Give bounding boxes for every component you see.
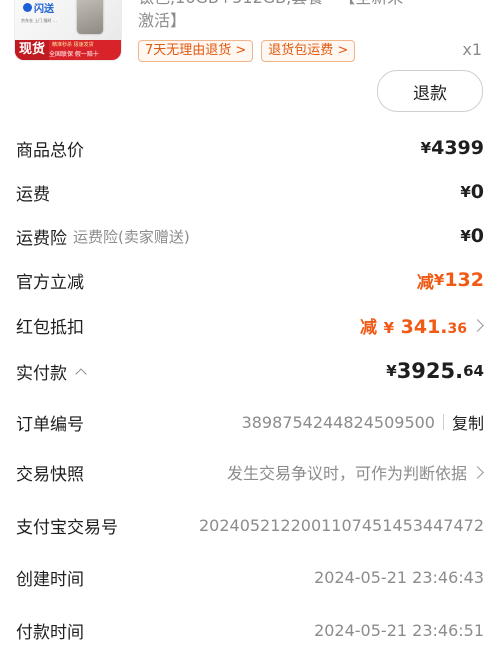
red-packet-prefix: 减 <box>359 317 377 338</box>
product-title-line1: 钛色,16GB+512GB,套餐一【全新未 <box>138 0 438 9</box>
banner-text-top: 精准秒杀 极速发货 <box>52 42 94 48</box>
payment-time-label: 付款时间 <box>16 622 84 643</box>
total-label: 商品总价 <box>16 140 84 161</box>
red-packet-cents: 36 <box>447 320 467 337</box>
chevron-right-icon <box>471 318 484 332</box>
paid-currency: ¥ <box>386 362 397 380</box>
created-time-label: 创建时间 <box>16 569 84 590</box>
row-paid[interactable]: 实付款 ¥ 3925. 64 <box>16 356 484 386</box>
row-red-packet[interactable]: 红包抵扣 减 ¥ 341.36 <box>16 311 484 339</box>
service-tags: 7天无理由退货 > 退货包运费 > <box>138 40 356 62</box>
refund-button[interactable]: 退款 <box>377 70 483 112</box>
tag-7day-return[interactable]: 7天无理由退货 > <box>138 40 254 62</box>
product-thumbnail[interactable]: 闪送 京东仓 上门 限时 … 现货 精准秒杀 极速发货 全国联保 假一赔十 <box>14 0 122 61</box>
in-stock-banner: 现货 精准秒杀 极速发货 全国联保 假一赔十 <box>15 40 121 60</box>
divider <box>442 414 444 430</box>
chevron-up-icon[interactable] <box>75 367 87 380</box>
official-discount-prefix: 减 <box>416 272 434 293</box>
in-stock-label: 现货 <box>15 40 50 60</box>
product-title[interactable]: 钛色,16GB+512GB,套餐一【全新未 激活】 <box>138 0 438 32</box>
product-card[interactable]: 闪送 京东仓 上门 限时 … 现货 精准秒杀 极速发货 全国联保 假一赔十 钛色… <box>0 0 500 120</box>
official-discount-label: 官方立减 <box>16 272 84 293</box>
shipping-label: 运费 <box>16 184 50 205</box>
copy-button[interactable]: 复制 <box>452 410 484 434</box>
row-official-discount: 官方立减 减 ¥ 132 <box>16 266 484 294</box>
row-snapshot[interactable]: 交易快照 发生交易争议时，可作为判断依据 <box>16 458 484 486</box>
thumbnail-fine-print: 京东仓 上门 限时 … <box>21 18 57 23</box>
order-number-label: 订单编号 <box>16 414 84 435</box>
shipping-amount: 0 <box>470 181 484 203</box>
insurance-note: 运费险(卖家赠送) <box>73 227 190 246</box>
created-time-value: 2024-05-21 23:46:43 <box>314 567 484 587</box>
tag-return-shipping[interactable]: 退货包运费 > <box>261 40 356 62</box>
row-insurance: 运费险 运费险(卖家赠送) ¥ 0 <box>16 222 484 250</box>
row-total: 商品总价 ¥ 4399 <box>16 134 484 162</box>
row-alipay-number: 支付宝交易号 2024052122001107451453447472 <box>16 511 484 539</box>
chevron-right-icon <box>471 465 484 479</box>
red-packet-amount: 341. <box>400 315 448 338</box>
insurance-label: 运费险 <box>16 228 67 249</box>
alipay-number-value: 2024052122001107451453447472 <box>198 515 484 535</box>
row-created-time: 创建时间 2024-05-21 23:46:43 <box>16 563 484 591</box>
insurance-currency: ¥ <box>460 227 471 245</box>
row-order-number: 订单编号 3898754244824509500 复制 <box>16 408 484 436</box>
total-amount: 4399 <box>431 137 484 159</box>
row-payment-time: 付款时间 2024-05-21 23:46:51 <box>16 616 484 644</box>
insurance-amount: 0 <box>470 225 484 247</box>
red-packet-label: 红包抵扣 <box>16 317 84 338</box>
quantity: x1 <box>462 40 482 59</box>
flash-delivery-text: 闪送 <box>34 3 54 15</box>
alipay-number-label: 支付宝交易号 <box>16 517 118 538</box>
banner-text-bottom: 全国联保 假一赔十 <box>49 51 99 58</box>
shipping-currency: ¥ <box>460 183 471 201</box>
snapshot-label: 交易快照 <box>16 464 84 485</box>
product-title-line2: 激活】 <box>138 11 187 30</box>
order-number-value: 3898754244824509500 <box>241 412 435 432</box>
paid-label: 实付款 <box>16 363 67 384</box>
flash-icon <box>23 2 32 12</box>
official-discount-currency: ¥ <box>433 271 445 289</box>
flash-delivery-badge: 闪送 <box>19 0 58 15</box>
red-packet-currency: ¥ <box>383 318 394 337</box>
paid-cents: 64 <box>463 362 484 380</box>
payment-time-value: 2024-05-21 23:46:51 <box>314 620 484 640</box>
row-shipping: 运费 ¥ 0 <box>16 178 484 206</box>
total-currency: ¥ <box>420 139 432 157</box>
paid-amount: 3925. <box>396 359 464 383</box>
phone-image <box>77 0 103 34</box>
snapshot-value: 发生交易争议时，可作为判断依据 <box>226 464 467 483</box>
official-discount-amount: 132 <box>444 269 484 291</box>
